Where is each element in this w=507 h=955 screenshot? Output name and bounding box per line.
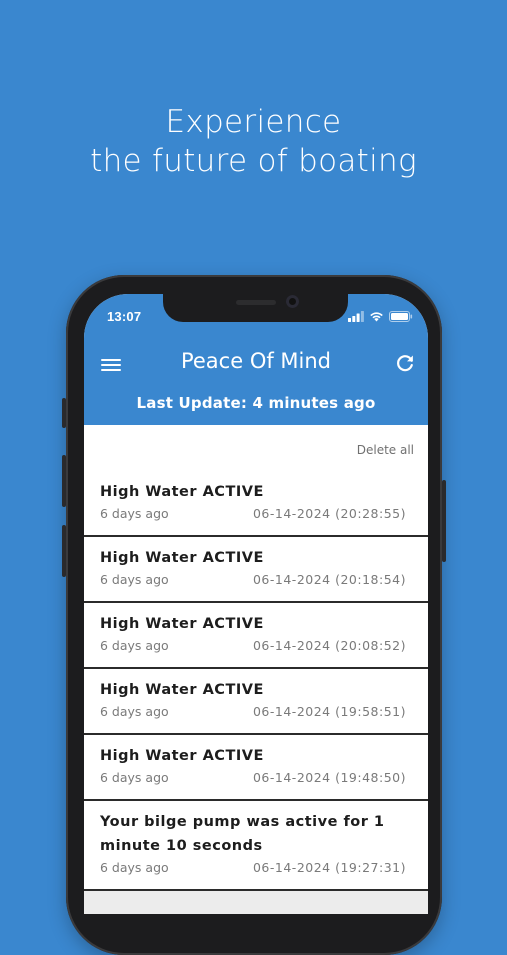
phone-speaker [236,300,276,305]
battery-icon [389,310,413,322]
headline-line-1: Experience [165,104,342,140]
alert-title: High Water ACTIVE [100,682,264,698]
alert-list-item[interactable]: High Water ACTIVE 6 days ago 06-14-2024 (2… [84,471,428,537]
alert-meta: 6 days ago 06-14-2024 (20:18:54) [100,570,412,601]
phone-notch [163,294,348,322]
alert-timestamp: 06-14-2024 (19:58:51) [252,704,406,719]
alert-relative-time: 6 days ago [100,704,169,719]
alert-list-item[interactable]: High Water ACTIVE 6 days ago 06-14-2024 (2… [84,603,428,669]
refresh-icon[interactable] [394,352,416,374]
alert-relative-time: 6 days ago [100,860,169,875]
phone-front-camera [286,295,299,308]
alert-list-item[interactable]: High Water ACTIVE 6 days ago 06-14-2024 (2… [84,537,428,603]
headline-line-2: the future of boating [90,143,417,179]
alert-list-item[interactable]: High Water ACTIVE 6 days ago 06-14-2024 (1… [84,669,428,735]
status-bar-icons [348,310,413,322]
alert-list-item[interactable]: High Water ACTIVE 6 days ago 06-14-2024 (1… [84,735,428,801]
phone-screen: 13:07 Peace Of Mind Last Update: 4 minut… [84,294,428,914]
alert-title: High Water ACTIVE [100,484,264,500]
phone-side-button-power [442,480,446,562]
alert-relative-time: 6 days ago [100,770,169,785]
alert-meta: 6 days ago 06-14-2024 (20:28:55) [100,504,412,535]
alert-timestamp: 06-14-2024 (19:27:31) [252,860,406,875]
phone-side-button-volume-down [62,525,66,577]
alert-title: Your bilge pump was active for 1 minute … [100,814,385,854]
marketing-headline: Experience the future of boating [0,103,507,181]
delete-all-button[interactable]: Delete all [357,443,414,457]
alert-list: Delete all High Water ACTIVE 6 days ago 06… [84,425,428,891]
alert-timestamp: 06-14-2024 (20:18:54) [252,572,406,587]
alert-title: High Water ACTIVE [100,748,264,764]
alert-meta: 6 days ago 06-14-2024 (19:58:51) [100,702,412,733]
phone-side-button-volume-up [62,455,66,507]
alert-relative-time: 6 days ago [100,572,169,587]
alert-title: High Water ACTIVE [100,550,264,566]
alert-list-item[interactable]: Your bilge pump was active for 1 minute … [84,801,428,891]
cellular-signal-icon [348,310,364,322]
last-update-text: Last Update: 4 minutes ago [136,394,376,412]
list-header: Delete all [84,425,428,471]
alert-title: High Water ACTIVE [100,616,264,632]
phone-side-button-mute [62,398,66,428]
alert-relative-time: 6 days ago [100,638,169,653]
alert-meta: 6 days ago 06-14-2024 (20:08:52) [100,636,412,667]
wifi-icon [370,311,383,321]
alert-timestamp: 06-14-2024 (19:48:50) [252,770,406,785]
alert-meta: 6 days ago 06-14-2024 (19:27:31) [100,858,412,889]
alert-meta: 6 days ago 06-14-2024 (19:48:50) [100,768,412,799]
alert-timestamp: 06-14-2024 (20:28:55) [252,506,406,521]
app-title: Peace Of Mind [180,349,332,373]
status-bar-time: 13:07 [107,309,142,324]
alert-timestamp: 06-14-2024 (20:08:52) [252,638,406,653]
alert-relative-time: 6 days ago [100,506,169,521]
